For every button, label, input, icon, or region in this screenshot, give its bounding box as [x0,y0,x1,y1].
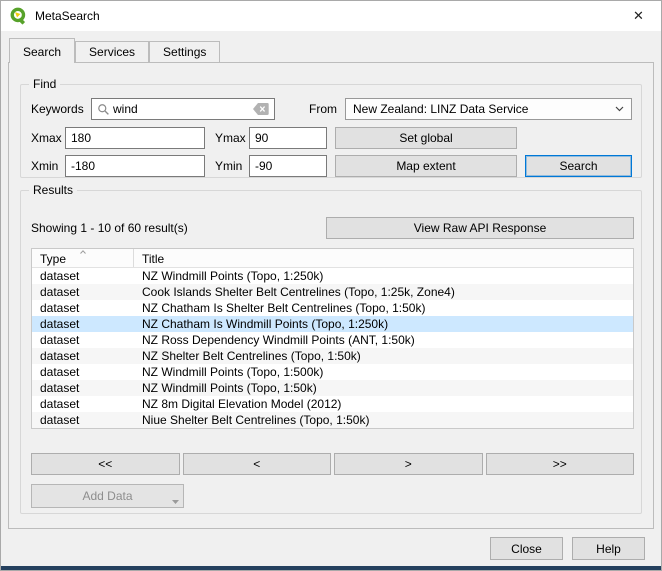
results-count-text: Showing 1 - 10 of 60 result(s) [31,221,188,235]
table-body: datasetNZ Windmill Points (Topo, 1:250k)… [32,268,633,428]
result-type: dataset [32,332,134,348]
chevron-down-icon [615,106,624,112]
result-title: NZ Shelter Belt Centrelines (Topo, 1:50k… [134,348,633,364]
metasearch-dialog: MetaSearch ✕ Search Services Settings Fi… [0,0,662,571]
map-extent-button[interactable]: Map extent [335,155,517,177]
ymax-label: Ymax [215,131,249,145]
result-row[interactable]: datasetNZ Ross Dependency Windmill Point… [32,332,633,348]
view-raw-api-button[interactable]: View Raw API Response [326,217,634,239]
last-page-button[interactable]: >> [486,453,635,475]
qgis-logo-icon [10,7,28,25]
column-header-title-label: Title [142,252,164,266]
menu-indicator-icon [172,500,179,504]
result-type: dataset [32,380,134,396]
xmax-input[interactable] [65,127,205,149]
prev-page-button[interactable]: < [183,453,332,475]
max-extent-row: Xmax Ymax Set global [31,127,632,149]
tab-services[interactable]: Services [75,41,149,62]
window-title: MetaSearch [35,9,100,23]
ymin-label: Ymin [215,159,249,173]
title-bar: MetaSearch ✕ [1,1,661,31]
result-row[interactable]: datasetNZ Windmill Points (Topo, 1:50k) [32,380,633,396]
result-row[interactable]: datasetNZ 8m Digital Elevation Model (20… [32,396,633,412]
xmax-label: Xmax [31,131,65,145]
tab-bar: Search Services Settings [9,38,220,63]
close-window-button[interactable]: ✕ [616,1,661,31]
column-header-type-label: Type [40,252,66,266]
result-type: dataset [32,348,134,364]
add-data-label: Add Data [82,489,132,503]
keywords-input[interactable] [110,102,253,116]
result-row[interactable]: datasetNZ Windmill Points (Topo, 1:250k) [32,268,633,284]
tab-settings[interactable]: Settings [149,41,220,62]
keywords-field[interactable] [91,98,275,120]
clear-text-icon[interactable] [253,103,269,115]
tab-search[interactable]: Search [9,38,75,63]
result-title: NZ Chatham Is Windmill Points (Topo, 1:2… [134,316,633,332]
result-title: NZ Chatham Is Shelter Belt Centrelines (… [134,300,633,316]
result-row[interactable]: datasetNiue Shelter Belt Centrelines (To… [32,412,633,428]
results-toolbar: Showing 1 - 10 of 60 result(s) View Raw … [31,217,634,239]
first-page-button[interactable]: << [31,453,180,475]
ymax-input[interactable] [249,127,327,149]
dialog-footer: Close Help [490,537,645,560]
search-icon [97,103,110,116]
help-button[interactable]: Help [572,537,645,560]
table-header: Type Title [32,249,633,268]
result-type: dataset [32,396,134,412]
result-row[interactable]: datasetNZ Chatham Is Windmill Points (To… [32,316,633,332]
result-type: dataset [32,300,134,316]
results-group-title: Results [29,183,77,197]
result-row[interactable]: datasetNZ Shelter Belt Centrelines (Topo… [32,348,633,364]
min-extent-row: Xmin Ymin Map extent Search [31,155,632,177]
from-select[interactable]: New Zealand: LINZ Data Service [345,98,632,120]
results-group: Results Showing 1 - 10 of 60 result(s) V… [20,190,642,514]
sort-ascending-icon [79,248,86,254]
column-header-title[interactable]: Title [134,249,633,267]
result-row[interactable]: datasetCook Islands Shelter Belt Centrel… [32,284,633,300]
set-global-button[interactable]: Set global [335,127,517,149]
close-button[interactable]: Close [490,537,563,560]
from-selected-value: New Zealand: LINZ Data Service [353,102,528,116]
ymin-input[interactable] [249,155,327,177]
result-type: dataset [32,412,134,428]
next-page-button[interactable]: > [334,453,483,475]
pagination-bar: << < > >> [31,453,634,475]
window-bottom-edge [1,566,661,570]
xmin-input[interactable] [65,155,205,177]
find-group: Find Keywords From New Zealand: LINZ Dat… [20,84,642,178]
result-row[interactable]: datasetNZ Chatham Is Shelter Belt Centre… [32,300,633,316]
result-type: dataset [32,268,134,284]
search-button[interactable]: Search [525,155,632,177]
keywords-row: Keywords From New Zealand: LINZ Data Ser… [31,98,632,120]
result-type: dataset [32,316,134,332]
add-data-button[interactable]: Add Data [31,484,184,508]
result-title: NZ 8m Digital Elevation Model (2012) [134,396,633,412]
result-title: NZ Ross Dependency Windmill Points (ANT,… [134,332,633,348]
column-header-type[interactable]: Type [32,249,134,267]
xmin-label: Xmin [31,159,65,173]
close-icon: ✕ [633,8,644,24]
from-label: From [309,102,339,116]
result-title: NZ Windmill Points (Topo, 1:50k) [134,380,633,396]
result-title: NZ Windmill Points (Topo, 1:250k) [134,268,633,284]
result-title: Cook Islands Shelter Belt Centrelines (T… [134,284,633,300]
results-table: Type Title datasetNZ Windmill Points (To… [31,248,634,429]
result-type: dataset [32,284,134,300]
keywords-label: Keywords [31,102,89,116]
result-type: dataset [32,364,134,380]
result-title: NZ Windmill Points (Topo, 1:500k) [134,364,633,380]
result-title: Niue Shelter Belt Centrelines (Topo, 1:5… [134,412,633,428]
search-tab-panel: Find Keywords From New Zealand: LINZ Dat… [8,62,654,529]
find-group-title: Find [29,77,60,91]
result-row[interactable]: datasetNZ Windmill Points (Topo, 1:500k) [32,364,633,380]
